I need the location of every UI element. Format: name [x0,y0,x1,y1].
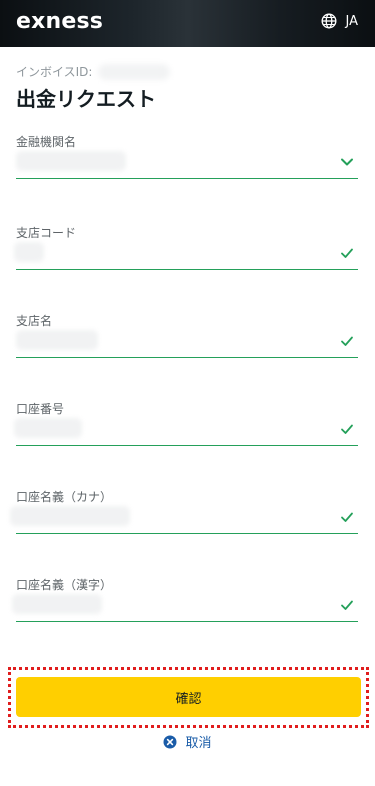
bank-name-value-redacted [16,151,126,171]
confirm-button[interactable]: 確認 [16,677,361,717]
account-holder-kanji-field[interactable]: 口座名義（漢字） [12,576,358,622]
chevron-down-icon[interactable] [340,155,354,169]
close-circle-icon [163,735,177,748]
globe-icon [320,13,337,29]
invoice-label: インボイスID: [16,65,93,79]
cancel-label: 取消 [185,736,212,751]
check-icon [341,424,353,434]
invoice-value-redacted [98,63,171,80]
account-holder-kanji-label: 口座名義（漢字） [16,578,113,592]
branch-code-label: 支店コード [16,226,77,240]
account-holder-kana-label: 口座名義（カナ） [16,490,113,504]
account-number-value-redacted [14,418,82,438]
account-holder-kana-field[interactable]: 口座名義（カナ） [10,488,358,534]
account-number-label: 口座番号 [16,402,65,416]
page-title: 出金リクエスト [16,87,156,111]
account-holder-kana-value-redacted [10,506,130,526]
check-icon [341,248,353,258]
bank-name-label: 金融機関名 [16,135,77,149]
branch-name-label: 支店名 [16,314,53,328]
language-selector[interactable]: JA [320,13,359,29]
language-code: JA [345,13,359,29]
invoice-id: インボイスID: [16,63,171,80]
account-number-field[interactable]: 口座番号 [14,400,358,446]
bank-name-select[interactable]: 金融機関名 [16,133,358,179]
branch-name-field[interactable]: 支店名 [16,312,358,358]
confirm-button-highlight: 確認 [8,667,369,728]
branch-name-value-redacted [16,330,98,350]
app-header: exness JA [0,0,375,47]
account-holder-kanji-value-redacted [12,594,102,614]
exness-logo[interactable]: exness [16,9,103,34]
check-icon [341,600,353,610]
check-icon [341,336,353,346]
check-icon [341,512,353,522]
cancel-link[interactable]: 取消 [0,732,375,751]
branch-code-value-redacted [14,242,44,262]
branch-code-field[interactable]: 支店コード [14,224,358,270]
